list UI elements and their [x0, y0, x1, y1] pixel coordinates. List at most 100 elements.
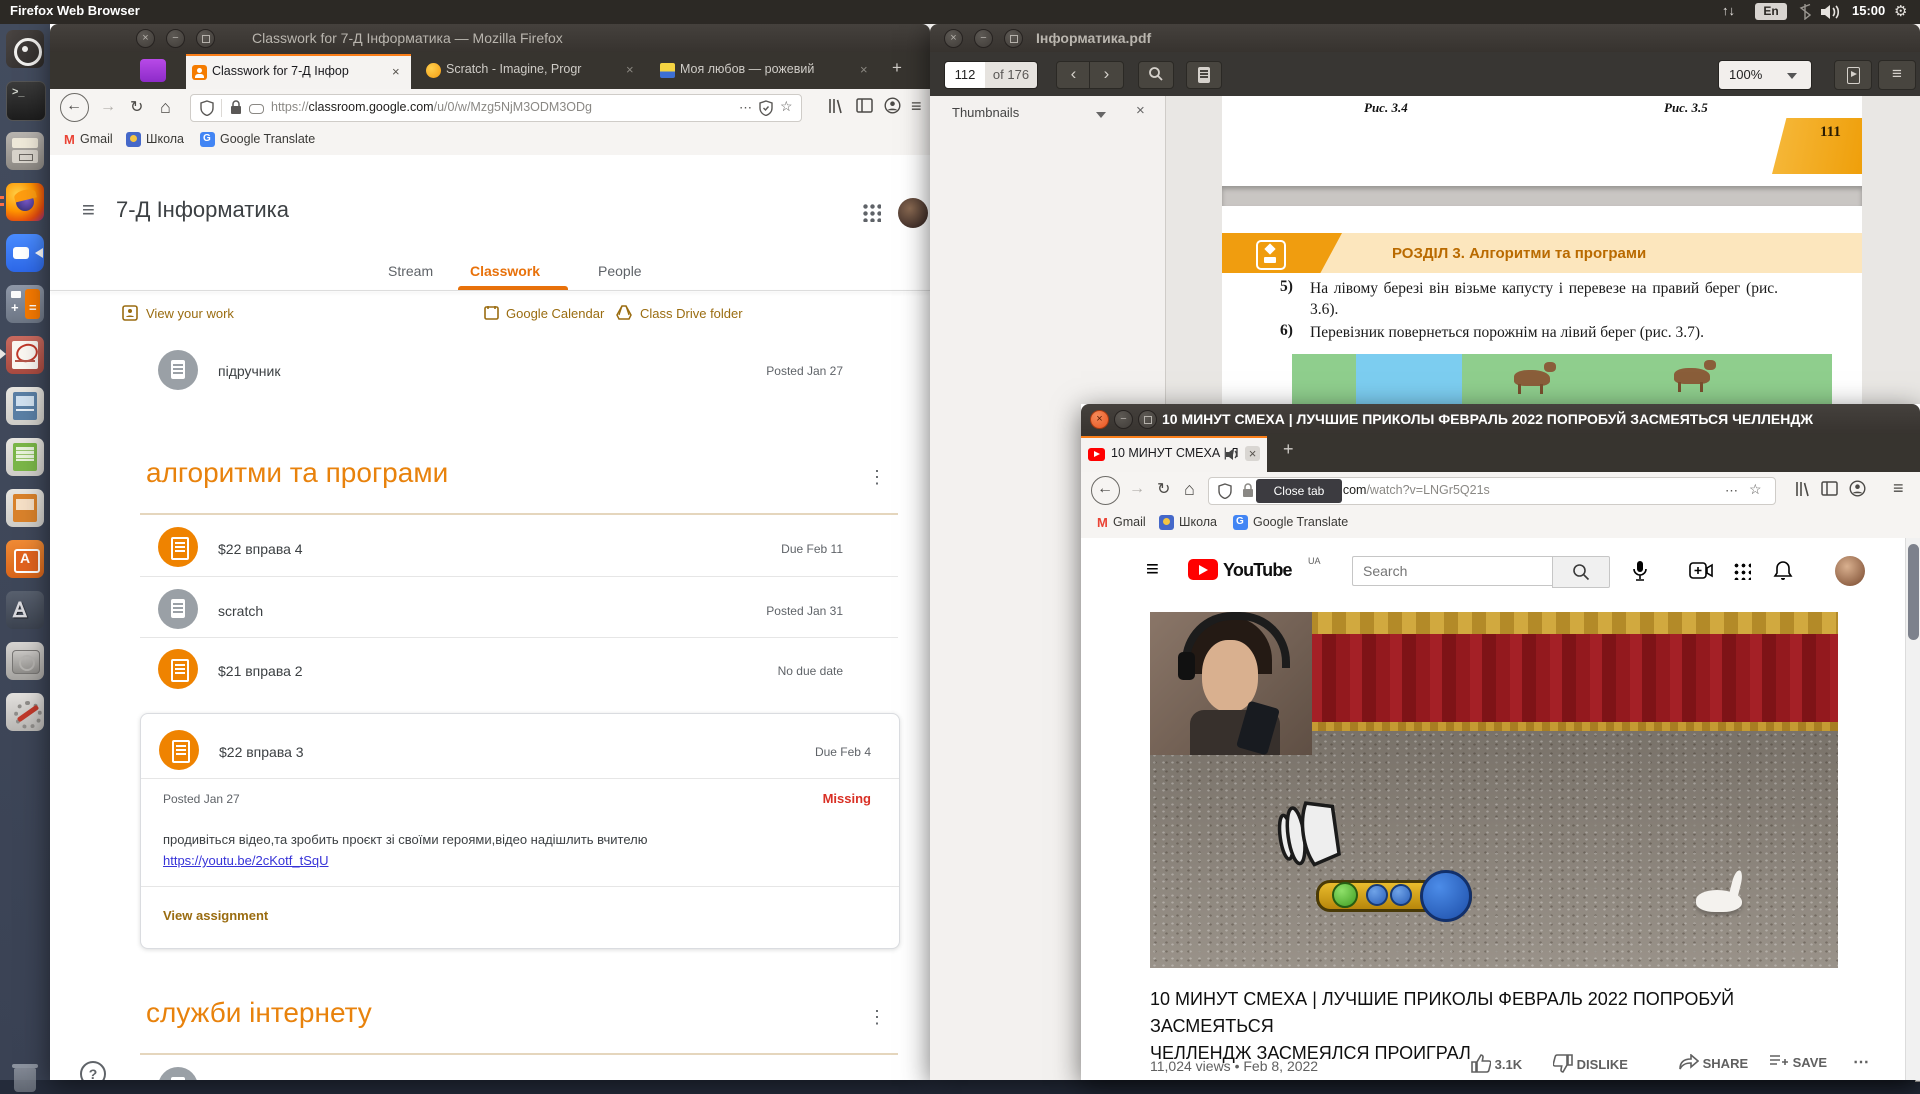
libreoffice-writer-icon[interactable] — [6, 387, 44, 425]
bookmark-gmail[interactable]: Gmail — [1113, 515, 1146, 529]
class-drive-folder-link[interactable]: Class Drive folder — [640, 306, 743, 321]
card-title[interactable]: $22 вправа 3 — [219, 744, 304, 760]
yt-window-titlebar[interactable]: × − 10 МИНУТ СМЕХА | ЛУЧШИЕ ПРИКОЛЫ ФЕВР… — [1081, 404, 1920, 435]
back-button[interactable]: ← — [1091, 476, 1120, 505]
yt-apps-grid-icon[interactable] — [1733, 562, 1751, 580]
material-row-title[interactable]: підручник — [218, 363, 280, 379]
section-kebab-icon[interactable]: ⋮ — [868, 467, 886, 488]
material-row-title[interactable]: scratch — [218, 603, 263, 619]
home-button[interactable]: ⌂ — [1184, 479, 1195, 500]
zoom-app-icon[interactable] — [6, 234, 44, 272]
pdf-menu-button[interactable]: ≡ — [1878, 60, 1916, 90]
save-button[interactable]: SAVE — [1769, 1054, 1827, 1070]
yt-create-icon[interactable] — [1689, 562, 1713, 579]
window-minimize-button[interactable]: − — [1114, 410, 1133, 429]
disks-utility-icon[interactable] — [6, 642, 44, 680]
bookmark-gmail[interactable]: Gmail — [80, 132, 113, 146]
bookmark-star-icon[interactable]: ☆ — [1749, 481, 1762, 498]
tab-youtube[interactable]: 10 МИНУТ СМЕХА | Л × — [1081, 436, 1267, 472]
tab-close-icon[interactable]: × — [1245, 446, 1260, 461]
page-back-button[interactable]: ‹ — [1056, 61, 1091, 89]
tab-close-icon[interactable]: × — [860, 62, 868, 77]
reload-button[interactable]: ↻ — [130, 97, 143, 117]
yt-menu-icon[interactable]: ≡ — [1146, 556, 1159, 582]
card-video-link[interactable]: https://youtu.be/2cKotf_tSqU — [163, 853, 329, 868]
home-button[interactable]: ⌂ — [160, 97, 171, 118]
bookmark-school[interactable]: Школа — [146, 132, 184, 146]
tab-scratch[interactable]: Scratch - Imagine, Progr × — [420, 54, 645, 87]
clock[interactable]: 15:00 — [1852, 3, 1885, 18]
ubuntu-software-icon[interactable]: A — [6, 540, 44, 578]
window-close-button[interactable]: × — [1090, 410, 1109, 429]
permissions-icon[interactable] — [249, 104, 264, 114]
window-maximize-button[interactable] — [1138, 410, 1157, 429]
firefox-icon[interactable] — [6, 183, 44, 221]
course-title[interactable]: 7-Д Інформатика — [116, 197, 289, 223]
yt-notifications-bell-icon[interactable] — [1773, 560, 1793, 582]
forward-button[interactable]: → — [1129, 480, 1145, 498]
tab-stream[interactable]: Stream — [388, 263, 433, 279]
window-maximize-button[interactable] — [196, 29, 215, 48]
pinned-tab-icon[interactable] — [140, 59, 166, 82]
profile-avatar[interactable] — [898, 198, 928, 228]
library-icon[interactable] — [1793, 480, 1811, 498]
volume-icon[interactable] — [1820, 4, 1842, 20]
window-minimize-button[interactable]: − — [166, 29, 185, 48]
zoom-dropdown[interactable]: 100% — [1718, 60, 1812, 90]
yt-search-input[interactable] — [1352, 556, 1563, 586]
library-icon[interactable] — [826, 97, 844, 115]
pdf-annotation-button[interactable] — [1186, 61, 1222, 89]
tab-close-icon[interactable]: × — [626, 62, 634, 77]
tab-classwork[interactable]: Classwork for 7-Д Інфор × — [186, 54, 411, 89]
network-updown-icon[interactable]: ↑↓ — [1722, 3, 1735, 18]
assignment-card[interactable]: $22 вправа 3 Due Feb 4 Posted Jan 27 Mis… — [140, 713, 900, 949]
lock-icon[interactable] — [230, 100, 242, 115]
libreoffice-calc-icon[interactable] — [6, 438, 44, 476]
trash-icon[interactable] — [12, 1062, 38, 1094]
libreoffice-impress-icon[interactable] — [6, 489, 44, 527]
section-kebab-icon[interactable]: ⋮ — [868, 1007, 886, 1028]
menu-hamburger-icon[interactable]: ≡ — [911, 96, 922, 117]
new-tab-button[interactable]: + — [892, 58, 902, 78]
scrollbar-thumb[interactable] — [1908, 544, 1919, 640]
menu-hamburger-icon[interactable]: ≡ — [1893, 478, 1904, 499]
page-forward-button[interactable]: › — [1089, 61, 1124, 89]
lock-icon[interactable] — [1242, 483, 1254, 498]
keyboard-layout-indicator[interactable]: En — [1755, 3, 1787, 20]
more-actions-icon[interactable]: ⋯ — [1853, 1052, 1869, 1072]
section-title-algorithms[interactable]: алгоритми та програми — [146, 457, 448, 489]
help-button[interactable]: ? — [80, 1061, 106, 1080]
tracking-shield-icon[interactable] — [200, 100, 214, 116]
tab-audio-icon[interactable] — [1225, 448, 1239, 461]
terminal-icon[interactable]: >_ — [6, 81, 46, 121]
tweaks-tool-icon[interactable] — [6, 693, 44, 731]
new-tab-button[interactable]: + — [1283, 439, 1294, 460]
sidebar-type-dropdown[interactable]: Thumbnails — [952, 105, 1019, 120]
pdf-titlebar[interactable]: × − Інформатика.pdf — [930, 24, 1920, 53]
bookmark-translate[interactable]: Google Translate — [220, 132, 315, 146]
url-overflow-icon[interactable]: ⋯ — [1725, 483, 1738, 499]
tracking-shield-icon[interactable] — [1218, 483, 1232, 499]
metallic-a-app-icon[interactable]: Ꙙ — [6, 591, 44, 629]
forward-button[interactable]: → — [100, 98, 116, 116]
dash-home-icon[interactable] — [6, 30, 44, 68]
tab-close-icon[interactable]: × — [392, 64, 400, 79]
window-close-button[interactable]: × — [136, 29, 155, 48]
account-icon[interactable] — [1849, 480, 1866, 497]
window-minimize-button[interactable]: − — [974, 29, 993, 48]
page-number-input[interactable]: 112 — [944, 61, 986, 89]
sidebar-toggle-icon[interactable] — [856, 98, 873, 113]
tab-classwork-active[interactable]: Classwork — [470, 263, 540, 279]
url-overflow-icon[interactable]: ⋯ — [739, 100, 752, 116]
window-maximize-button[interactable] — [1004, 29, 1023, 48]
url-bar[interactable]: https://classroom.google.com/u/0/w/Mzg5N… — [190, 94, 802, 122]
calculator-icon[interactable]: + = — [6, 285, 44, 323]
bluetooth-icon[interactable] — [1799, 3, 1811, 20]
like-button[interactable]: 3.1K — [1471, 1054, 1522, 1073]
caret-down-icon[interactable] — [1096, 112, 1106, 123]
window-titlebar[interactable]: × − Classwork for 7-Д Інформатика — Mozi… — [50, 24, 930, 53]
assignment-row-title[interactable]: $22 вправа 4 — [218, 541, 303, 557]
google-calendar-link[interactable]: Google Calendar — [506, 306, 604, 321]
bookmark-school[interactable]: Школа — [1179, 515, 1217, 529]
back-button[interactable]: ← — [60, 93, 89, 122]
